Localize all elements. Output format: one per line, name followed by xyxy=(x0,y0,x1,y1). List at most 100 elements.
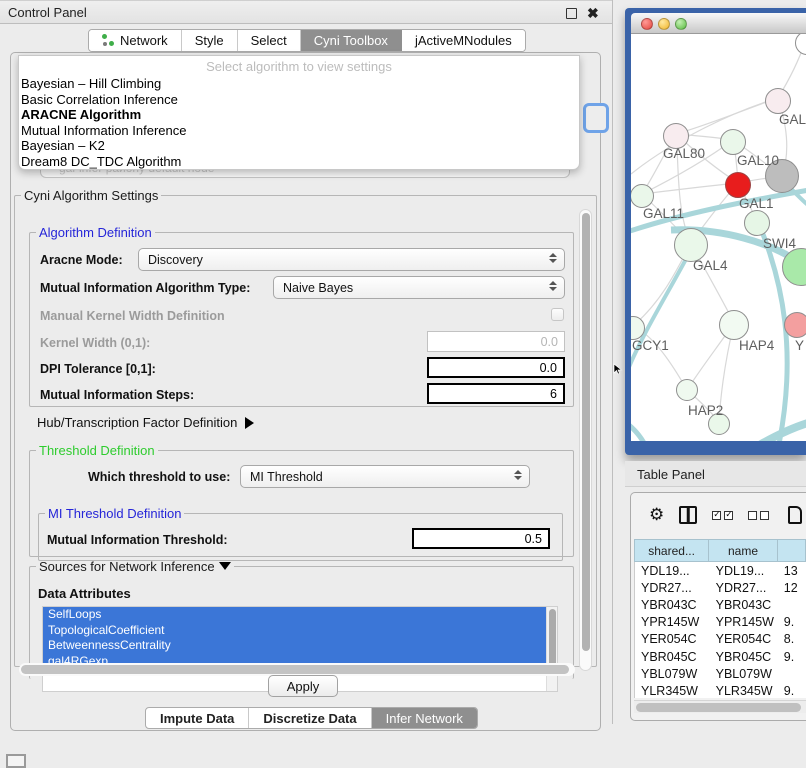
network-node-gal4[interactable] xyxy=(674,228,708,262)
aracne-mode-combo[interactable]: Discovery xyxy=(138,248,565,271)
kernel-width-field: 0.0 xyxy=(427,331,565,352)
dropdown-item-selected[interactable]: ARACNE Algorithm xyxy=(19,107,579,123)
dpi-tolerance-value: 0.0 xyxy=(540,361,557,375)
combo-arrows-icon xyxy=(548,281,557,291)
network-node-hap4[interactable] xyxy=(719,310,749,340)
node-label-hap4: HAP4 xyxy=(739,338,774,353)
network-node-swi4[interactable] xyxy=(744,210,770,236)
combo-arrows-icon xyxy=(513,470,522,480)
dropdown-item[interactable]: Bayesian – K2 xyxy=(19,138,579,154)
dropdown-item[interactable]: Dream8 DC_TDC Algorithm xyxy=(19,154,579,170)
node-label-gal: GAL xyxy=(779,112,806,127)
tab-impute-data[interactable]: Impute Data xyxy=(146,708,249,728)
which-threshold-combo[interactable]: MI Threshold xyxy=(240,465,530,488)
deselect-all-icon[interactable] xyxy=(748,511,769,520)
table-panel-window: ⚙ shared... name YDL19...YDL19...13 YDR2… xyxy=(630,492,806,721)
tab-network-label: Network xyxy=(120,33,168,48)
manual-kernel-checkbox[interactable] xyxy=(551,308,564,321)
table-row[interactable]: YER054CYER054C8. xyxy=(635,631,806,648)
sources-group: Sources for Network Inference Data Attri… xyxy=(29,559,574,679)
mi-type-combo[interactable]: Naive Bayes xyxy=(273,276,565,299)
network-node-salmon[interactable] xyxy=(784,312,806,338)
mi-threshold-definition-title: MI Threshold Definition xyxy=(45,506,184,521)
dropdown-item[interactable]: Bayesian – Hill Climbing xyxy=(19,76,579,92)
sources-title-label: Sources for Network Inference xyxy=(39,559,215,574)
dropdown-item[interactable]: Mutual Information Inference xyxy=(19,123,579,139)
table-header-row: shared... name xyxy=(634,539,806,562)
table-toolbar: ⚙ xyxy=(631,493,806,537)
close-icon[interactable]: ✖ xyxy=(587,5,599,22)
tab-select[interactable]: Select xyxy=(238,30,301,51)
network-node-gal11[interactable] xyxy=(631,184,654,208)
table-body[interactable]: YDL19...YDL19...13 YDR27...YDR27...12 YB… xyxy=(634,562,806,698)
kernel-width-label: Kernel Width (0,1): xyxy=(40,336,150,350)
zoom-traffic-light-icon[interactable] xyxy=(675,18,687,30)
float-window-icon[interactable] xyxy=(566,8,577,19)
column-header-shared[interactable]: shared... xyxy=(634,539,709,562)
threshold-definition-title: Threshold Definition xyxy=(36,443,158,458)
list-item[interactable]: BetweennessCentrality xyxy=(43,638,557,654)
node-label-hap2: HAP2 xyxy=(688,403,723,418)
table-row[interactable]: YBR043CYBR043C xyxy=(635,596,806,613)
control-panel-titlebar: Control Panel ✖ xyxy=(0,0,612,24)
kernel-width-value: 0.0 xyxy=(541,335,558,349)
mi-steps-field[interactable]: 6 xyxy=(427,383,565,404)
table-panel-title: Table Panel xyxy=(637,467,705,482)
mi-threshold-definition-group: MI Threshold Definition Mutual Informati… xyxy=(38,506,563,561)
dpi-tolerance-field[interactable]: 0.0 xyxy=(427,357,565,378)
minimize-traffic-light-icon[interactable] xyxy=(658,18,670,30)
dropdown-prompt: Select algorithm to view settings xyxy=(19,59,579,76)
hub-definition-expander[interactable]: Hub/Transcription Factor Definition xyxy=(37,415,254,430)
network-node[interactable] xyxy=(765,88,791,114)
network-node-red[interactable] xyxy=(725,172,751,198)
node-label-gcy1: GCY1 xyxy=(632,338,669,353)
mi-steps-value: 6 xyxy=(550,387,557,401)
table-row[interactable]: YPR145WYPR145W9. xyxy=(635,614,806,631)
select-all-icon[interactable] xyxy=(712,511,733,520)
column-header-name[interactable]: name xyxy=(709,539,778,562)
table-row[interactable]: YBL079WYBL079W xyxy=(635,665,806,682)
list-item[interactable]: TopologicalCoefficient xyxy=(43,623,557,639)
obscured-focused-button xyxy=(583,103,609,133)
network-icon xyxy=(102,34,115,47)
settings-vertical-scrollbar[interactable] xyxy=(579,209,592,671)
node-label-gal4: GAL4 xyxy=(693,258,728,273)
close-traffic-light-icon[interactable] xyxy=(641,18,653,30)
gear-icon[interactable]: ⚙ xyxy=(649,505,664,525)
table-row[interactable]: YBR045CYBR045C9. xyxy=(635,648,806,665)
network-node-hap2[interactable] xyxy=(676,379,698,401)
network-view-window: GAL GAL80 GAL10 GAL1 GAL11 SWI4 GAL4 GCY… xyxy=(625,8,806,455)
tab-infer-network[interactable]: Infer Network xyxy=(372,708,477,728)
list-item[interactable]: SelfLoops xyxy=(43,607,557,623)
node-label-gal11: GAL11 xyxy=(643,206,684,221)
node-label-gal80: GAL80 xyxy=(663,146,705,161)
network-window-titlebar xyxy=(631,13,806,34)
table-row[interactable]: YDR27...YDR27...12 xyxy=(635,579,806,596)
mi-steps-label: Mutual Information Steps: xyxy=(40,388,194,402)
tab-network[interactable]: Network xyxy=(89,30,182,51)
table-row[interactable]: YDL19...YDL19...13 xyxy=(635,562,806,579)
list-vertical-scrollbar[interactable] xyxy=(546,607,557,692)
column-layout-icon[interactable] xyxy=(679,506,697,524)
network-canvas[interactable]: GAL GAL80 GAL10 GAL1 GAL11 SWI4 GAL4 GCY… xyxy=(631,34,806,441)
export-table-icon[interactable] xyxy=(788,506,802,524)
combo-arrows-icon xyxy=(548,253,557,263)
sources-title[interactable]: Sources for Network Inference xyxy=(36,559,234,574)
table-row[interactable]: YLR345WYLR345W9. xyxy=(635,682,806,698)
table-horizontal-scrollbar[interactable] xyxy=(634,700,806,713)
tab-style[interactable]: Style xyxy=(182,30,238,51)
mi-threshold-field[interactable]: 0.5 xyxy=(412,528,550,549)
mi-threshold-label: Mutual Information Threshold: xyxy=(47,533,228,547)
taskbar-fragment-icon xyxy=(6,754,26,768)
column-header-cut[interactable] xyxy=(778,539,806,562)
node-label-swi4: SWI4 xyxy=(763,236,796,251)
dropdown-item[interactable]: Basic Correlation Inference xyxy=(19,92,579,108)
tab-style-label: Style xyxy=(195,33,224,48)
apply-button[interactable]: Apply xyxy=(268,675,338,697)
tab-cyni-label: Cyni Toolbox xyxy=(314,33,388,48)
tab-cyni-toolbox[interactable]: Cyni Toolbox xyxy=(301,30,402,51)
network-node-gal10[interactable] xyxy=(720,129,746,155)
tab-jactive-label: jActiveMNodules xyxy=(415,33,512,48)
tab-discretize-data[interactable]: Discretize Data xyxy=(249,708,371,728)
tab-jactivemnodules[interactable]: jActiveMNodules xyxy=(402,30,525,51)
